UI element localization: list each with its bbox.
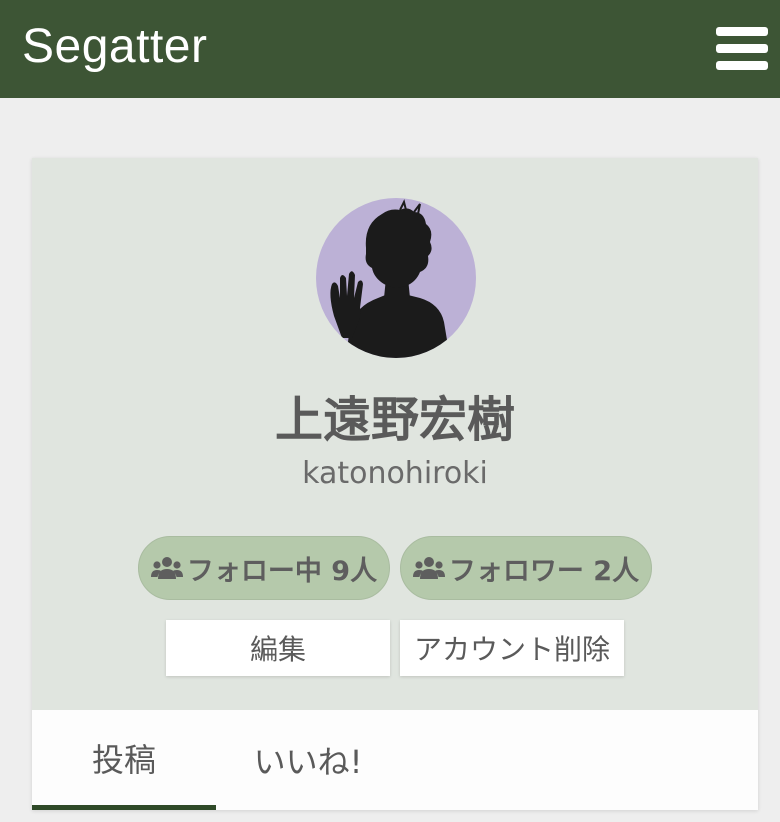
tab-likes[interactable]: いいね! — [216, 710, 400, 810]
followers-count-button[interactable]: フォロワー 2人 — [400, 536, 652, 600]
edit-profile-button[interactable]: 編集 — [166, 620, 390, 676]
profile-card: 上遠野宏樹 katonohiroki フォロー中 9人 フォロワー 2人 編集 … — [32, 158, 758, 810]
display-name: 上遠野宏樹 — [274, 392, 515, 448]
following-label: フォロー中 9人 — [186, 555, 378, 587]
app-brand-logo[interactable]: Segatter — [22, 16, 207, 78]
profile-tabs: 投稿 いいね! — [32, 710, 758, 810]
users-icon — [412, 557, 445, 579]
followers-label: フォロワー 2人 — [448, 555, 640, 587]
delete-account-button[interactable]: アカウント削除 — [400, 620, 624, 676]
username: katonohiroki — [302, 456, 488, 491]
hamburger-menu-icon[interactable] — [716, 27, 768, 71]
app-header: Segatter — [0, 0, 780, 98]
following-count-button[interactable]: フォロー中 9人 — [138, 536, 390, 600]
user-silhouette-icon — [330, 199, 450, 358]
tab-posts[interactable]: 投稿 — [32, 710, 216, 810]
users-icon — [150, 557, 183, 579]
avatar[interactable] — [316, 198, 476, 358]
